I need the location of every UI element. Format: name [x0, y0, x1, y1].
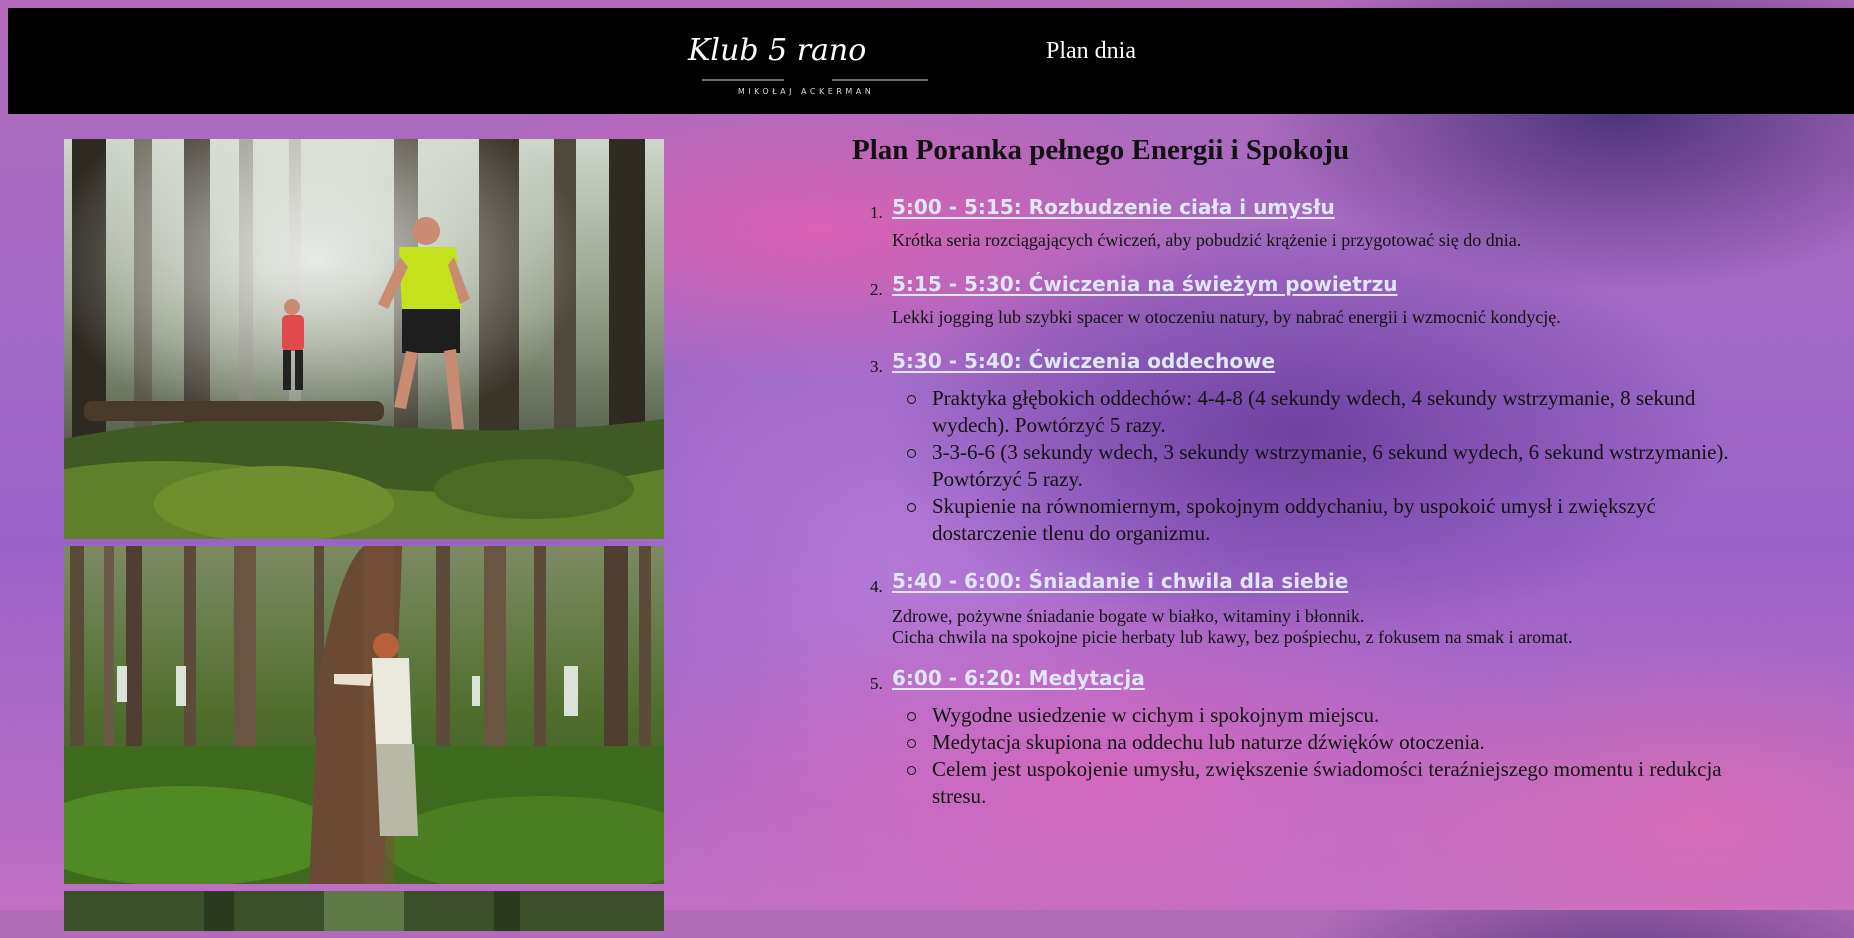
plan-step-1: 1. 5:00 - 5:15: Rozbudzenie ciała i umys… — [852, 195, 1752, 251]
plan-title: Plan Poranka pełnego Energii i Spokoju — [852, 134, 1350, 166]
forest-running-photo — [64, 139, 664, 539]
logo-klub-text: Klub 5 rano — [687, 33, 866, 68]
step-number: 2. — [870, 280, 883, 299]
list-item: Wygodne usiedzenie w cichym i spokojnym … — [892, 702, 1752, 729]
step-description: Zdrowe, pożywne śniadanie bogate w białk… — [892, 606, 1365, 626]
klub-5-rano-logo[interactable]: Klub 5 rano MIKOŁAJ ACKERMAN — [680, 22, 932, 100]
plan-steps-list: 1. 5:00 - 5:15: Rozbudzenie ciała i umys… — [852, 195, 1752, 810]
step-number: 5. — [870, 674, 883, 693]
step-description: Cicha chwila na spokojne picie herbaty l… — [892, 627, 1573, 647]
top-navigation-bar: Klub 5 rano MIKOŁAJ ACKERMAN Plan dnia — [8, 8, 1854, 114]
step-title-link[interactable]: 5:00 - 5:15: Rozbudzenie ciała i umysłu — [892, 195, 1335, 219]
list-item: Praktyka głębokich oddechów: 4-4-8 (4 se… — [892, 385, 1752, 439]
step-bullet-list: Wygodne usiedzenie w cichym i spokojnym … — [892, 702, 1752, 810]
list-item: 3-3-6-6 (3 sekundy wdech, 3 sekundy wstr… — [892, 439, 1752, 493]
step-number: 4. — [870, 577, 883, 596]
list-item: Skupienie na równomiernym, spokojnym odd… — [892, 493, 1752, 547]
step-title-link[interactable]: 6:00 - 6:20: Medytacja — [892, 666, 1145, 690]
step-number: 3. — [870, 357, 883, 376]
step-title-link[interactable]: 5:40 - 6:00: Śniadanie i chwila dla sieb… — [892, 569, 1348, 593]
third-photo — [64, 891, 664, 931]
step-description: Krótka seria rozciągających ćwiczeń, aby… — [892, 230, 1522, 250]
logo-graphic: Klub 5 rano MIKOŁAJ ACKERMAN — [687, 33, 928, 96]
nav-link-plan-dnia[interactable]: Plan dnia — [1046, 38, 1136, 65]
list-item: Celem jest uspokojenie umysłu, zwiększen… — [892, 756, 1752, 810]
plan-step-3: 3. 5:30 - 5:40: Ćwiczenia oddechowe Prak… — [852, 349, 1752, 547]
plan-step-2: 2. 5:15 - 5:30: Ćwiczenia na świeżym pow… — [852, 272, 1752, 328]
morning-plan-section: Plan Poranka pełnego Energii i Spokoju 1… — [852, 134, 1752, 810]
plan-step-5: 5. 6:00 - 6:20: Medytacja Wygodne usiedz… — [852, 666, 1752, 810]
logo-subtitle: MIKOŁAJ ACKERMAN — [738, 87, 874, 96]
step-description: Lekki jogging lub szybki spacer w otocze… — [892, 307, 1561, 327]
plan-step-4: 4. 5:40 - 6:00: Śniadanie i chwila dla s… — [852, 569, 1752, 648]
photo-gallery — [64, 139, 664, 938]
step-title-link[interactable]: 5:15 - 5:30: Ćwiczenia na świeżym powiet… — [892, 272, 1398, 296]
step-bullet-list: Praktyka głębokich oddechów: 4-4-8 (4 se… — [892, 385, 1752, 547]
tree-hugging-photo — [64, 546, 664, 884]
step-number: 1. — [870, 203, 883, 222]
list-item: Medytacja skupiona na oddechu lub naturz… — [892, 729, 1752, 756]
step-title-link[interactable]: 5:30 - 5:40: Ćwiczenia oddechowe — [892, 349, 1275, 373]
